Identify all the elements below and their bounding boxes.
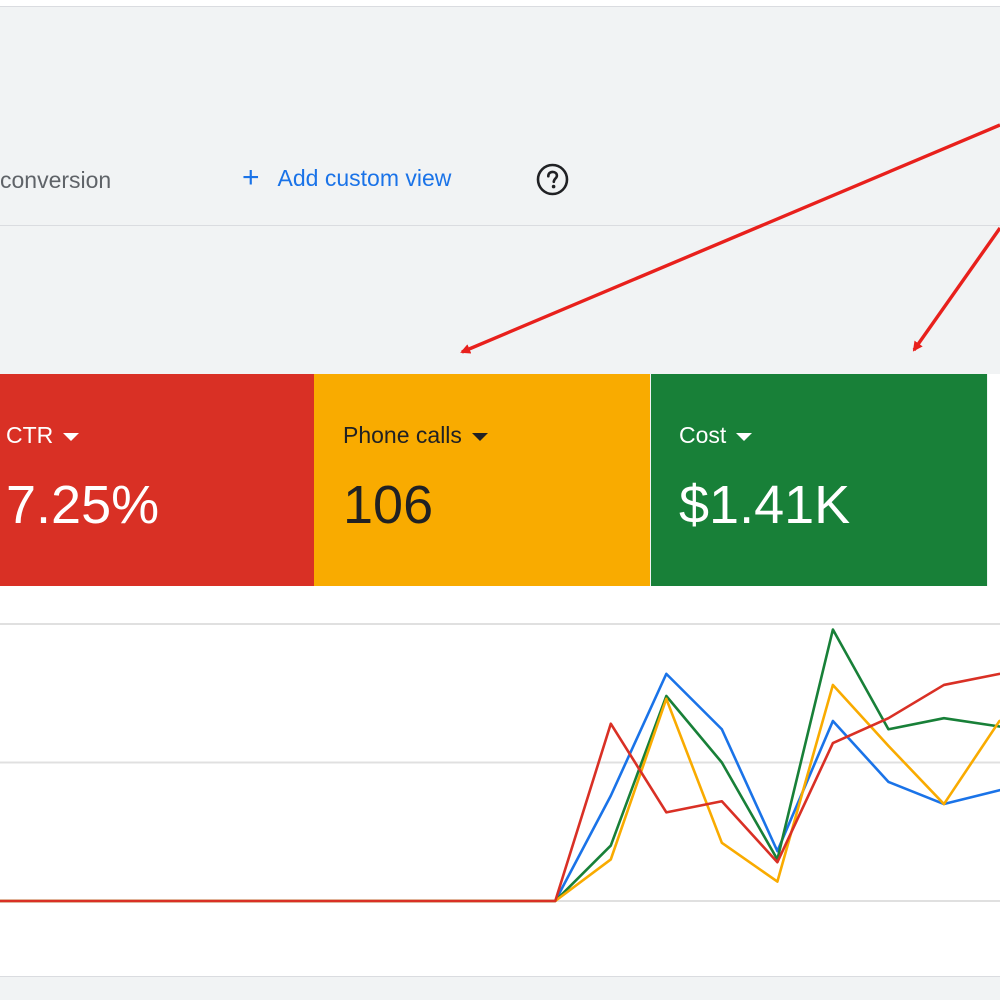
scorecard-phone-calls-value: 106 xyxy=(343,475,434,535)
performance-chart-panel xyxy=(0,586,1000,977)
scorecard-next[interactable] xyxy=(988,374,1000,586)
top-strip xyxy=(0,0,1000,7)
caret-down-icon xyxy=(736,432,753,441)
caret-down-icon xyxy=(471,432,488,441)
series-line-3[interactable] xyxy=(0,683,1000,903)
scorecard-phone-calls-dropdown[interactable]: Phone calls xyxy=(343,422,488,449)
scorecard-cost-dropdown[interactable]: Cost xyxy=(679,422,753,449)
plus-icon: + xyxy=(242,161,260,194)
scorecard-cost-value: $1.41K xyxy=(679,475,851,535)
series-line-2[interactable] xyxy=(0,628,1000,903)
add-custom-view-label: Add custom view xyxy=(277,164,452,191)
annotation-arrow-cost xyxy=(912,227,1000,352)
scorecards: CTR 7.25% Phone calls 106 Cost $1.41K xyxy=(0,374,1000,586)
scorecard-ctr-label: CTR xyxy=(6,422,54,448)
scorecard-phone-calls[interactable]: Phone calls 106 xyxy=(314,374,650,586)
scorecard-phone-calls-label: Phone calls xyxy=(343,422,462,448)
add-custom-view-button[interactable]: + Add custom view xyxy=(242,163,451,193)
caret-down-icon xyxy=(63,432,80,441)
performance-chart xyxy=(0,623,1000,903)
scorecard-ctr[interactable]: CTR 7.25% xyxy=(0,374,314,586)
scorecard-cost[interactable]: Cost $1.41K xyxy=(651,374,987,586)
view-tab-conversion[interactable]: conversion xyxy=(0,167,111,194)
series-line-1[interactable] xyxy=(0,672,1000,903)
series-line-4[interactable] xyxy=(0,666,1000,903)
help-circle-icon[interactable] xyxy=(536,163,569,196)
scorecard-ctr-value: 7.25% xyxy=(6,475,160,535)
scorecard-ctr-dropdown[interactable]: CTR xyxy=(6,422,80,449)
view-bar-divider xyxy=(0,225,1000,226)
scorecard-cost-label: Cost xyxy=(679,422,727,448)
view-bar: conversion + Add custom view xyxy=(0,150,1000,226)
